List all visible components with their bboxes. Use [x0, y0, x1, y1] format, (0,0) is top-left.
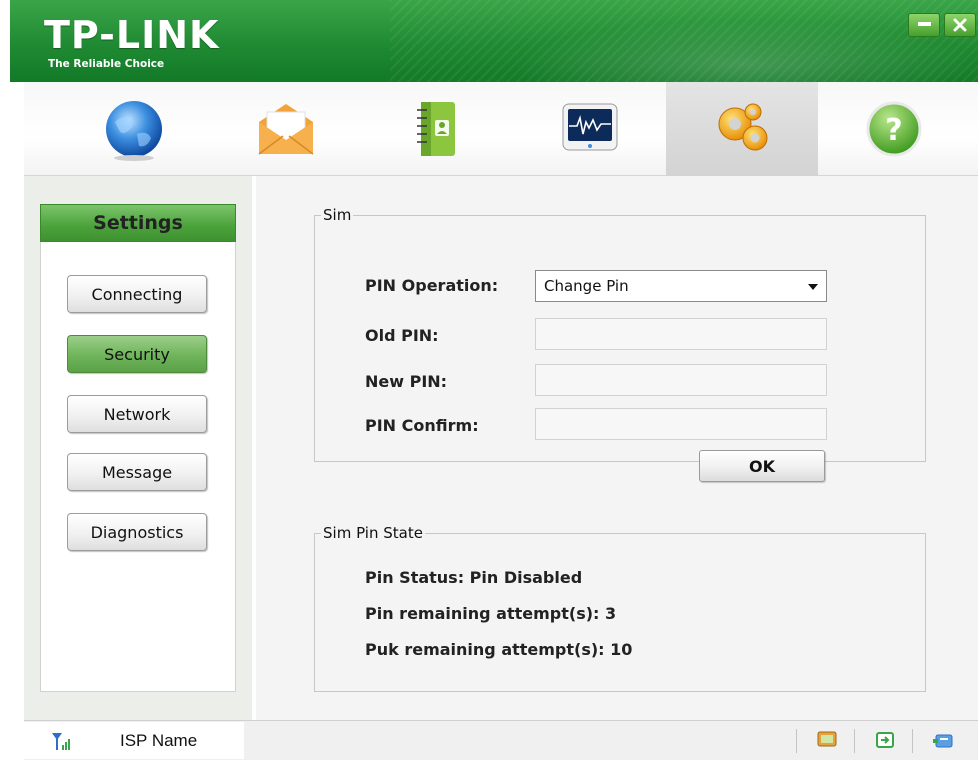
- toolbar-help[interactable]: ?: [818, 82, 970, 176]
- toolbar-sms[interactable]: [210, 82, 362, 176]
- security-content: Sim PIN Operation: Change Pin Old PIN: N…: [256, 176, 978, 720]
- sim-legend: Sim: [323, 206, 352, 224]
- pin-confirm-input[interactable]: [536, 409, 826, 439]
- help-icon: ?: [866, 101, 922, 157]
- app-window: TP-LINK The Reliable Choice ? Settings C…: [0, 0, 978, 760]
- globe-icon: [106, 101, 162, 161]
- isp-name: ISP Name: [120, 731, 198, 750]
- old-pin-label: Old PIN:: [365, 326, 439, 345]
- settings-panel: Settings Connecting Security Network Mes…: [40, 204, 236, 692]
- toolbar-contacts[interactable]: [362, 82, 514, 176]
- ok-button[interactable]: OK: [699, 450, 825, 482]
- sim-pin-state-legend: Sim Pin State: [323, 524, 423, 542]
- pin-confirm-label: PIN Confirm:: [365, 416, 479, 435]
- toolbar-settings[interactable]: [666, 82, 818, 176]
- sidebar-title: Settings: [40, 204, 236, 242]
- sidebar-item-connecting[interactable]: Connecting: [67, 275, 207, 313]
- connection-icon[interactable]: [874, 730, 896, 750]
- close-icon: [953, 18, 967, 32]
- svg-text:?: ?: [885, 113, 902, 148]
- contacts-book-icon: [417, 102, 455, 156]
- close-button[interactable]: [944, 13, 976, 37]
- minimize-button[interactable]: [908, 13, 940, 37]
- toolbar-internet[interactable]: [58, 82, 210, 176]
- old-pin-input[interactable]: [536, 319, 826, 349]
- status-separator: [796, 729, 797, 753]
- signal-icon: [52, 733, 70, 750]
- toolbar-statistics[interactable]: [514, 82, 666, 176]
- pin-remaining-text: Pin remaining attempt(s): 3: [365, 604, 617, 623]
- sidebar-item-message[interactable]: Message: [67, 453, 207, 491]
- sidebar-item-network[interactable]: Network: [67, 395, 207, 433]
- sms-icon[interactable]: [816, 730, 838, 750]
- new-pin-field[interactable]: [535, 364, 827, 396]
- sidebar-item-diagnostics[interactable]: Diagnostics: [67, 513, 207, 551]
- envelope-icon: [258, 104, 314, 155]
- device-icon[interactable]: [932, 730, 954, 750]
- main-toolbar: ?: [24, 82, 978, 176]
- gears-icon: [718, 103, 768, 151]
- minimize-icon: [917, 22, 931, 26]
- sim-group: Sim PIN Operation: Change Pin Old PIN: N…: [314, 206, 926, 482]
- old-pin-field[interactable]: [535, 318, 827, 350]
- puk-remaining-text: Puk remaining attempt(s): 10: [365, 640, 633, 659]
- monitor-waveform-icon: [562, 103, 618, 151]
- status-separator: [854, 729, 855, 753]
- status-bar: ISP Name: [24, 720, 978, 760]
- network-status: ISP Name: [24, 722, 244, 759]
- pin-operation-label: PIN Operation:: [365, 276, 499, 295]
- settings-sidebar: Settings Connecting Security Network Mes…: [24, 176, 252, 720]
- status-separator: [912, 729, 913, 753]
- pin-status-text: Pin Status: Pin Disabled: [365, 568, 583, 587]
- sim-pin-state-group: Sim Pin State Pin Status: Pin Disabled P…: [314, 524, 926, 692]
- pin-confirm-field[interactable]: [535, 408, 827, 440]
- pin-operation-value: Change Pin: [544, 277, 629, 295]
- logo-tagline: The Reliable Choice: [48, 58, 165, 70]
- dropdown-arrow-icon: [808, 284, 818, 290]
- new-pin-label: New PIN:: [365, 372, 448, 391]
- tp-link-logo: TP-LINK: [44, 13, 220, 57]
- title-bar: TP-LINK The Reliable Choice: [10, 0, 978, 82]
- pin-operation-select[interactable]: Change Pin: [535, 270, 827, 302]
- sidebar-item-security[interactable]: Security: [67, 335, 207, 373]
- new-pin-input[interactable]: [536, 365, 826, 395]
